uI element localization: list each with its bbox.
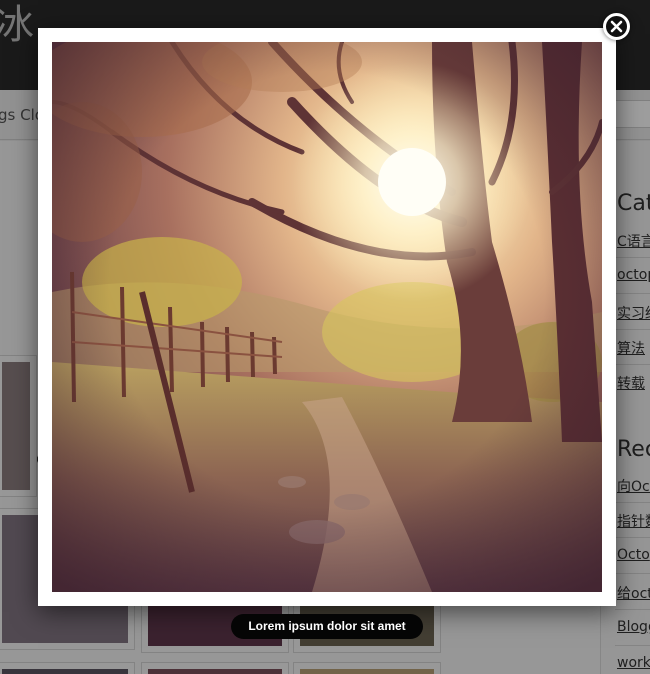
lightbox-image <box>52 42 602 592</box>
lightbox-frame <box>38 28 616 606</box>
sunlit-trees-photo <box>52 42 602 592</box>
image-caption: Lorem ipsum dolor sit amet <box>231 614 423 639</box>
close-icon <box>610 20 623 33</box>
close-button[interactable] <box>603 13 630 40</box>
